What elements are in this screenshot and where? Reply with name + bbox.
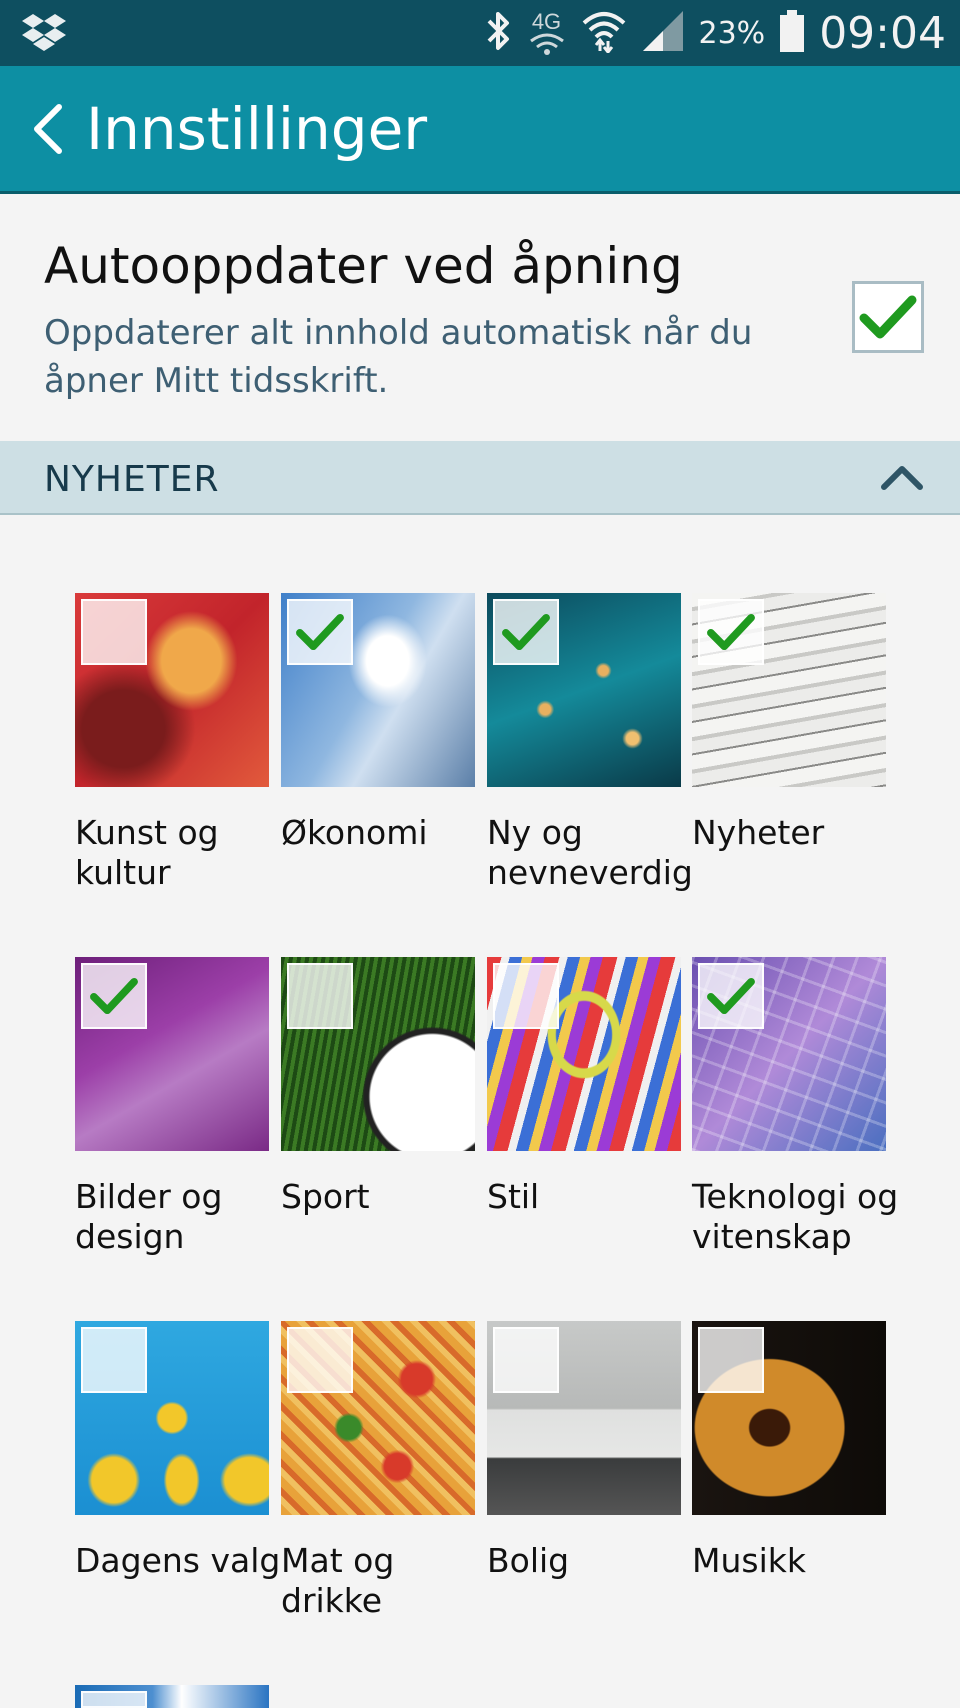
category-tile-nyheter[interactable]: Nyheter <box>692 593 886 853</box>
category-label: Nyheter <box>692 813 825 852</box>
category-checkbox[interactable] <box>81 963 147 1029</box>
category-checkbox[interactable] <box>698 1327 764 1393</box>
category-tile-musikk[interactable]: Musikk <box>692 1321 886 1581</box>
category-checkbox[interactable] <box>81 1691 147 1708</box>
category-image-rubber-ducks <box>75 1321 269 1515</box>
category-image-tech-grid <box>692 957 886 1151</box>
category-tile-mat-og-drikke[interactable]: Mat og drikke <box>281 1321 475 1621</box>
category-tile-okonomi[interactable]: Økonomi <box>281 593 475 853</box>
category-image-partial <box>75 1685 269 1708</box>
page-title: Innstillinger <box>86 95 428 163</box>
status-bar: 4G 23% 09:04 <box>0 0 960 66</box>
category-checkbox[interactable] <box>493 599 559 665</box>
category-label: Bilder og design <box>75 1177 223 1256</box>
section-label: NYHETER <box>44 459 220 500</box>
category-image-teal-lights <box>487 593 681 787</box>
collapse-button[interactable] <box>874 455 930 499</box>
auto-update-setting[interactable]: Autooppdater ved åpning Oppdaterer alt i… <box>0 197 960 441</box>
category-label: Økonomi <box>281 813 428 852</box>
category-label: Musikk <box>692 1541 806 1580</box>
clock: 09:04 <box>819 7 946 59</box>
battery-percent: 23% <box>698 15 766 51</box>
wifi-icon <box>581 9 627 58</box>
category-image-pasta <box>281 1321 475 1515</box>
category-label: Kunst og kultur <box>75 813 219 892</box>
auto-update-checkbox[interactable] <box>852 281 924 353</box>
category-image-purple-abstract <box>75 957 269 1151</box>
category-label: Dagens valg <box>75 1541 281 1580</box>
checkmark-icon <box>90 977 138 1015</box>
category-checkbox[interactable] <box>287 963 353 1029</box>
category-tile-teknologi-og-vitenskap[interactable]: Teknologi og vitenskap <box>692 957 898 1257</box>
category-checkbox[interactable] <box>493 963 559 1029</box>
category-tile-stil[interactable]: Stil <box>487 957 681 1217</box>
section-header-nyheter[interactable]: NYHETER <box>0 441 960 515</box>
category-checkbox[interactable] <box>698 599 764 665</box>
bluetooth-icon <box>483 10 513 57</box>
category-image-sunglasses <box>487 957 681 1151</box>
category-image-sky-buildings <box>281 593 475 787</box>
checkmark-icon <box>296 613 344 651</box>
category-checkbox[interactable] <box>698 963 764 1029</box>
category-tile-dagens-valg[interactable]: Dagens valg <box>75 1321 280 1581</box>
chevron-left-icon <box>34 104 62 154</box>
category-label: Bolig <box>487 1541 570 1580</box>
category-label: Stil <box>487 1177 540 1216</box>
category-image-football <box>281 957 475 1151</box>
category-image-art <box>75 593 269 787</box>
network-4g-icon: 4G <box>527 11 567 55</box>
category-label: Ny og nevneverdig <box>487 813 693 892</box>
dropbox-icon <box>22 12 66 57</box>
action-bar: Innstillinger <box>0 66 960 194</box>
checkmark-icon <box>859 295 917 339</box>
category-label: Teknologi og vitenskap <box>692 1177 899 1256</box>
category-checkbox[interactable] <box>81 1327 147 1393</box>
category-image-newspapers <box>692 593 886 787</box>
category-tile-sport[interactable]: Sport <box>281 957 475 1217</box>
checkmark-icon <box>502 613 550 651</box>
category-checkbox[interactable] <box>287 599 353 665</box>
back-button[interactable] <box>18 94 78 164</box>
category-label: Mat og drikke <box>281 1541 395 1620</box>
category-tile-bilder-og-design[interactable]: Bilder og design <box>75 957 269 1257</box>
category-tile-partial[interactable] <box>75 1685 269 1708</box>
auto-update-title: Autooppdater ved åpning <box>44 237 683 295</box>
category-label: Sport <box>281 1177 370 1216</box>
category-tile-ny-og-nevneverdig[interactable]: Ny og nevneverdig <box>487 593 693 893</box>
category-checkbox[interactable] <box>493 1327 559 1393</box>
checkmark-icon <box>707 977 755 1015</box>
battery-icon <box>779 9 805 58</box>
category-image-guitar <box>692 1321 886 1515</box>
signal-icon <box>641 9 685 58</box>
category-tile-kunst-og-kultur[interactable]: Kunst og kultur <box>75 593 269 893</box>
category-checkbox[interactable] <box>287 1327 353 1393</box>
category-image-sofa <box>487 1321 681 1515</box>
checkmark-icon <box>707 613 755 651</box>
chevron-up-icon <box>881 466 923 490</box>
auto-update-description: Oppdaterer alt innhold automatisk når du… <box>44 313 753 401</box>
category-checkbox[interactable] <box>81 599 147 665</box>
category-tile-bolig[interactable]: Bolig <box>487 1321 681 1581</box>
